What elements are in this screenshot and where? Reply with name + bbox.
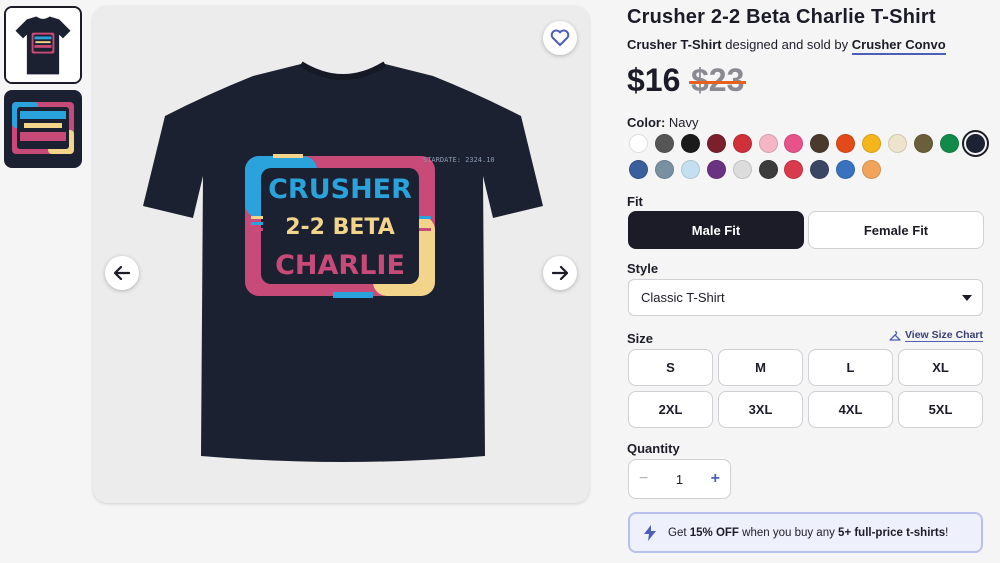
current-price: $16 [627, 62, 681, 98]
size-option-m[interactable]: M [718, 349, 803, 386]
selected-color: Navy [668, 115, 699, 130]
color-swatch[interactable] [862, 134, 882, 153]
color-swatch[interactable] [680, 160, 700, 179]
product-image-viewer: STARDATE: 2324.10 CRUSHER 2-2 BETA CHARL… [93, 6, 589, 503]
color-swatch[interactable] [629, 160, 648, 179]
quantity-label: Quantity [627, 441, 680, 456]
size-option-3xl[interactable]: 3XL [718, 391, 803, 428]
style-select-value: Classic T-Shirt [641, 290, 725, 305]
quantity-increase-button[interactable]: + [711, 470, 720, 488]
size-option-5xl[interactable]: 5XL [898, 391, 983, 428]
color-swatch[interactable] [784, 134, 804, 153]
color-swatch[interactable] [706, 160, 726, 179]
product-page: STARDATE: 2324.10 CRUSHER 2-2 BETA CHARL… [0, 0, 1000, 563]
color-swatch[interactable] [862, 160, 882, 179]
size-option-2xl[interactable]: 2XL [628, 391, 713, 428]
color-swatch[interactable] [939, 134, 959, 153]
color-swatch[interactable] [758, 134, 778, 153]
color-swatch[interactable] [706, 134, 726, 153]
quantity-decrease-button[interactable]: − [639, 470, 648, 488]
size-option-xl[interactable]: XL [898, 349, 983, 386]
color-swatch[interactable] [680, 134, 700, 153]
product-byline: Crusher T-Shirt designed and sold by Cru… [627, 37, 946, 55]
heart-icon [550, 29, 570, 46]
chevron-down-icon [962, 295, 972, 301]
quantity-stepper[interactable]: − 1 + [628, 459, 731, 499]
color-swatch[interactable] [836, 160, 856, 179]
design-line2: 2-2 BETA [285, 215, 395, 240]
size-option-4xl[interactable]: 4XL [808, 391, 893, 428]
style-label: Style [627, 261, 659, 276]
size-chart-link[interactable]: View Size Chart [889, 329, 983, 342]
male-fit-button[interactable]: Male Fit [628, 211, 804, 249]
color-label: Color: Navy [627, 115, 699, 130]
size-option-s[interactable]: S [628, 349, 713, 386]
female-fit-button[interactable]: Female Fit [808, 211, 984, 249]
color-swatch[interactable] [654, 160, 674, 179]
thumbnail-design[interactable] [4, 90, 82, 168]
thumbnail-shirt[interactable] [4, 6, 82, 84]
color-swatch[interactable] [732, 160, 752, 179]
next-image-button[interactable] [543, 256, 577, 290]
color-swatch[interactable] [913, 134, 933, 153]
promo-text: Get 15% OFF when you buy any 5+ full-pri… [668, 526, 949, 539]
arrow-left-icon [114, 266, 130, 280]
color-swatch[interactable] [654, 134, 674, 153]
designed-by-text: designed and sold by [725, 37, 849, 52]
product-type-link[interactable]: Crusher T-Shirt [627, 37, 722, 52]
color-swatch[interactable] [784, 160, 804, 179]
original-price: $23 [688, 62, 747, 98]
design-line3: CHARLIE [275, 250, 405, 281]
quantity-value[interactable]: 1 [676, 472, 683, 487]
hanger-icon [889, 330, 901, 341]
fit-label: Fit [627, 194, 643, 209]
tshirt-image: STARDATE: 2324.10 CRUSHER 2-2 BETA CHARL… [143, 61, 543, 462]
artist-link[interactable]: Crusher Convo [851, 37, 946, 55]
color-swatch[interactable] [758, 160, 778, 179]
color-label-text: Color: [627, 115, 666, 130]
product-title: Crusher 2-2 Beta Charlie T-Shirt [627, 6, 936, 28]
thumbnail-list [4, 6, 82, 174]
size-option-l[interactable]: L [808, 349, 893, 386]
promo-banner: Get 15% OFF when you buy any 5+ full-pri… [628, 512, 983, 553]
design-line1: CRUSHER [268, 174, 412, 205]
color-swatch[interactable] [836, 134, 856, 153]
size-chart-text: View Size Chart [904, 329, 983, 342]
arrow-right-icon [552, 266, 568, 280]
color-swatch[interactable] [888, 134, 907, 153]
design-stardate: STARDATE: 2324.10 [423, 156, 495, 164]
lightning-icon [644, 524, 656, 541]
previous-image-button[interactable] [105, 256, 139, 290]
color-swatch[interactable] [810, 134, 830, 153]
color-swatch[interactable] [961, 130, 989, 157]
color-swatch[interactable] [810, 160, 830, 179]
favorite-button[interactable] [543, 21, 577, 55]
color-swatch[interactable] [629, 134, 648, 153]
style-select[interactable]: Classic T-Shirt [628, 279, 983, 316]
color-swatch[interactable] [732, 134, 752, 153]
size-label: Size [627, 331, 654, 346]
